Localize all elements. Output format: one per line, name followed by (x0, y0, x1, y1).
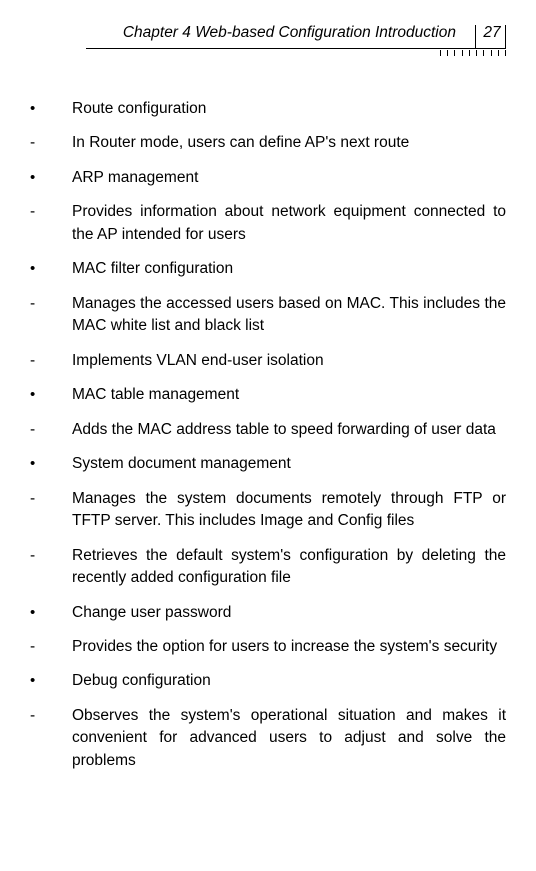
list-item-dash: Implements VLAN end-user isolation (28, 350, 506, 372)
list-item-text: Provides the option for users to increas… (72, 636, 506, 658)
list-item-text: Implements VLAN end-user isolation (72, 350, 506, 372)
list-item-text: MAC filter configuration (72, 258, 506, 280)
dash-icon (28, 488, 72, 533)
list-item-bullet: MAC table management (28, 384, 506, 406)
bullet-icon (28, 384, 72, 406)
header-underline (86, 48, 506, 49)
list-item-text: Adds the MAC address table to speed forw… (72, 419, 506, 441)
page-number: 27 (478, 24, 506, 42)
list-item-text: Debug configuration (72, 670, 506, 692)
page-container: Chapter 4 Web-based Configuration Introd… (0, 0, 536, 808)
list-item-bullet: ARP management (28, 167, 506, 189)
dash-icon (28, 293, 72, 338)
list-item-dash: In Router mode, users can define AP's ne… (28, 132, 506, 154)
dash-icon (28, 545, 72, 590)
dash-icon (28, 419, 72, 441)
list-item-bullet: Change user password (28, 602, 506, 624)
body-content: Route configuration In Router mode, users… (28, 86, 506, 772)
bullet-icon (28, 453, 72, 475)
page-header: Chapter 4 Web-based Configuration Introd… (28, 24, 506, 58)
chapter-title: Chapter 4 Web-based Configuration Introd… (123, 24, 456, 42)
list-item-text: Route configuration (72, 98, 506, 120)
list-item-text: In Router mode, users can define AP's ne… (72, 132, 506, 154)
header-line: Chapter 4 Web-based Configuration Introd… (123, 24, 506, 42)
list-item-text: ARP management (72, 167, 506, 189)
list-item-dash: Manages the accessed users based on MAC.… (28, 293, 506, 338)
bullet-icon (28, 98, 72, 120)
dash-icon (28, 350, 72, 372)
bullet-icon (28, 670, 72, 692)
list-item-dash: Manages the system documents remotely th… (28, 488, 506, 533)
list-item-dash: Provides the option for users to increas… (28, 636, 506, 658)
list-item-text: Observes the system's operational situat… (72, 705, 506, 772)
list-item-text: MAC table management (72, 384, 506, 406)
dash-icon (28, 705, 72, 772)
list-item-bullet: MAC filter configuration (28, 258, 506, 280)
dash-icon (28, 201, 72, 246)
list-item-text: Retrieves the default system's configura… (72, 545, 506, 590)
dash-icon (28, 636, 72, 658)
header-dotted-ornament (440, 50, 506, 60)
bullet-icon (28, 258, 72, 280)
list-item-dash: Adds the MAC address table to speed forw… (28, 419, 506, 441)
list-item-text: Manages the accessed users based on MAC.… (72, 293, 506, 338)
list-item-text: Manages the system documents remotely th… (72, 488, 506, 533)
dash-icon (28, 132, 72, 154)
list-item-text: System document management (72, 453, 506, 475)
list-item-text: Provides information about network equip… (72, 201, 506, 246)
page-number-border-left (475, 25, 476, 49)
list-item-dash: Retrieves the default system's configura… (28, 545, 506, 590)
page-number-border-right (505, 25, 506, 49)
list-item-text: Change user password (72, 602, 506, 624)
bullet-icon (28, 167, 72, 189)
list-item-dash: Provides information about network equip… (28, 201, 506, 246)
bullet-icon (28, 602, 72, 624)
list-item-dash: Observes the system's operational situat… (28, 705, 506, 772)
list-item-bullet: System document management (28, 453, 506, 475)
list-item-bullet: Debug configuration (28, 670, 506, 692)
list-item-bullet: Route configuration (28, 98, 506, 120)
